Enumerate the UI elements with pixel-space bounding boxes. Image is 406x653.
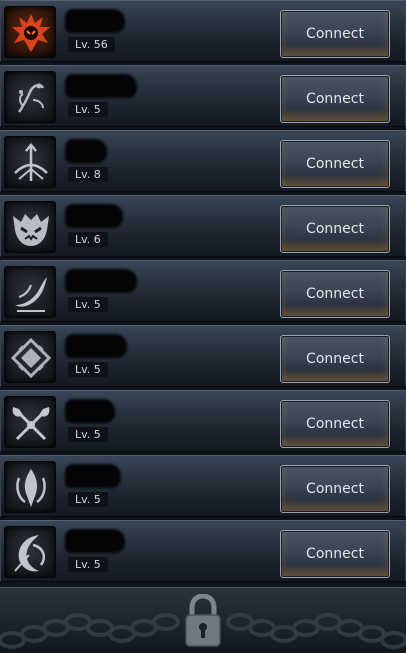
- character-slot[interactable]: Lv. 8 Connect: [0, 130, 406, 192]
- level-label: Lv. 8: [68, 167, 108, 182]
- locked-character-slot: [0, 587, 406, 653]
- connect-button[interactable]: Connect: [280, 205, 390, 253]
- character-portrait: [4, 461, 56, 513]
- bow-arrow-icon: [14, 143, 48, 181]
- character-name-redacted: [65, 139, 107, 163]
- character-slot[interactable]: Lv. 5 Connect: [0, 455, 406, 517]
- connect-button[interactable]: Connect: [280, 75, 390, 123]
- connect-button[interactable]: Connect: [280, 400, 390, 448]
- character-slot[interactable]: Lv. 5 Connect: [0, 65, 406, 127]
- character-name-redacted: [65, 74, 137, 98]
- level-label: Lv. 5: [68, 297, 108, 312]
- flame-demon-crest-icon: [12, 14, 50, 52]
- level-label: Lv. 5: [68, 362, 108, 377]
- level-label: Lv. 5: [68, 427, 108, 442]
- character-name-redacted: [65, 399, 115, 423]
- character-slot[interactable]: Lv. 5 Connect: [0, 325, 406, 387]
- connect-button[interactable]: Connect: [280, 530, 390, 578]
- character-select-panel: Lv. 56 Connect Lv. 5 Connect Lv. 8 Conne…: [0, 0, 406, 653]
- character-name-redacted: [65, 529, 125, 553]
- level-label: Lv. 5: [68, 102, 108, 117]
- connect-button[interactable]: Connect: [280, 335, 390, 383]
- twin-axe-icon: [12, 407, 50, 441]
- character-portrait: [4, 526, 56, 578]
- character-portrait: [4, 136, 56, 188]
- demon-mask-icon: [13, 214, 49, 246]
- character-slot[interactable]: Lv. 5 Connect: [0, 390, 406, 452]
- character-portrait: [4, 71, 56, 123]
- wind-wave-icon: [15, 277, 47, 312]
- flame-blade-icon: [16, 469, 46, 507]
- character-name-redacted: [65, 204, 123, 228]
- padlock-icon: [185, 594, 221, 647]
- character-portrait: [4, 331, 56, 383]
- character-name-redacted: [65, 269, 137, 293]
- character-slot[interactable]: Lv. 5 Connect: [0, 260, 406, 322]
- character-slot[interactable]: Lv. 5 Connect: [0, 520, 406, 582]
- character-portrait: [4, 6, 56, 58]
- connect-button[interactable]: Connect: [280, 465, 390, 513]
- connect-button[interactable]: Connect: [280, 270, 390, 318]
- character-name-redacted: [65, 9, 125, 33]
- character-portrait: [4, 266, 56, 318]
- character-slot[interactable]: Lv. 6 Connect: [0, 195, 406, 257]
- character-portrait: [4, 201, 56, 253]
- connect-button[interactable]: Connect: [280, 10, 390, 58]
- character-portrait: [4, 396, 56, 448]
- character-name-redacted: [65, 334, 127, 358]
- level-label: Lv. 6: [68, 232, 108, 247]
- connect-button[interactable]: Connect: [280, 140, 390, 188]
- level-label: Lv. 56: [68, 37, 115, 52]
- level-label: Lv. 5: [68, 557, 108, 572]
- character-slot[interactable]: Lv. 56 Connect: [0, 0, 406, 62]
- crescent-moon-icon: [14, 535, 45, 572]
- diamond-rune-icon: [10, 337, 52, 379]
- vine-spirit-icon: [17, 83, 45, 113]
- level-label: Lv. 5: [68, 492, 108, 507]
- character-name-redacted: [65, 464, 121, 488]
